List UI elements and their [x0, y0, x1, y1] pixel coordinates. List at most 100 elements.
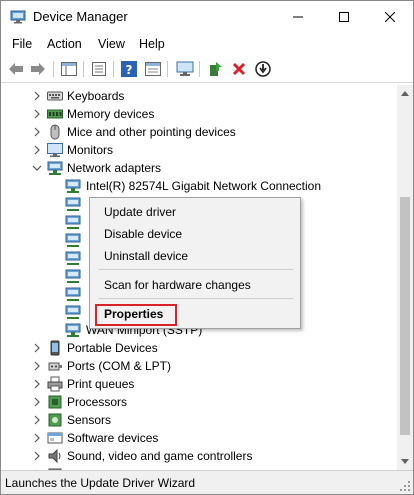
- console-tree-button[interactable]: [59, 59, 79, 79]
- maximize-icon: [339, 12, 349, 22]
- chevron-right-icon[interactable]: [32, 397, 42, 407]
- menu-view[interactable]: View: [98, 37, 125, 51]
- minimize-button[interactable]: [275, 1, 321, 33]
- chevron-right-icon[interactable]: [32, 343, 42, 353]
- network-adapter-icon: [65, 233, 81, 247]
- toolbar-separator: [167, 61, 168, 77]
- tree-item-sound-video[interactable]: Sound, video and game controllers: [1, 447, 397, 465]
- chevron-right-icon[interactable]: [32, 109, 42, 119]
- download-icon: [255, 61, 271, 77]
- network-adapter-icon: [65, 269, 81, 283]
- context-menu-separator: [98, 269, 294, 270]
- network-adapter-icon: [65, 323, 81, 337]
- scroll-up-button[interactable]: [397, 85, 413, 101]
- menu-bar: File Action View Help: [1, 33, 413, 55]
- context-menu-disable-device[interactable]: Disable device: [104, 227, 182, 241]
- scroll-thumb[interactable]: [400, 197, 410, 435]
- status-bar: Launches the Update Driver Wizard: [1, 470, 413, 494]
- console-tree-icon: [61, 62, 77, 76]
- help-button[interactable]: ?: [119, 59, 139, 79]
- network-adapter-icon: [65, 197, 81, 211]
- context-menu-properties[interactable]: Properties: [104, 307, 163, 321]
- properties-button[interactable]: [89, 59, 109, 79]
- tree-item-software-devices[interactable]: Software devices: [1, 429, 397, 447]
- menu-action[interactable]: Action: [47, 37, 82, 51]
- tree-item-monitors[interactable]: Monitors: [1, 141, 397, 159]
- chevron-right-icon[interactable]: [32, 415, 42, 425]
- tree-item-label: Intel(R) 82574L Gigabit Network Connecti…: [86, 179, 322, 193]
- window-title: Device Manager: [33, 9, 128, 24]
- tree-item-label: Print queues: [67, 377, 135, 391]
- tree-item-sensors[interactable]: Sensors: [1, 411, 397, 429]
- tree-item-label: Sound, video and game controllers: [67, 449, 253, 463]
- tree-item-network-adapters[interactable]: Network adapters: [1, 159, 397, 177]
- tree-item-print-queues[interactable]: Print queues: [1, 375, 397, 393]
- details-button[interactable]: [143, 59, 163, 79]
- tree-item-label: Portable Devices: [67, 341, 158, 355]
- properties-icon: [92, 62, 106, 76]
- tree-item-label: Software devices: [67, 431, 159, 445]
- memory-icon: [47, 109, 63, 119]
- tree-item-portable-devices[interactable]: Portable Devices: [1, 339, 397, 357]
- tree-item-intel-adapter[interactable]: Intel(R) 82574L Gigabit Network Connecti…: [1, 177, 397, 195]
- update-driver-icon: [210, 62, 222, 76]
- back-icon: [9, 63, 23, 75]
- chevron-right-icon[interactable]: [32, 433, 42, 443]
- context-menu: Update driver Disable device Uninstall d…: [89, 197, 301, 329]
- sound-icon: [48, 448, 61, 464]
- context-menu-separator: [98, 298, 294, 299]
- back-button[interactable]: [6, 59, 26, 79]
- tree-item-label: Sensors: [67, 413, 112, 427]
- device-manager-app-icon: [10, 10, 26, 24]
- chevron-right-icon[interactable]: [32, 127, 42, 137]
- chevron-right-icon[interactable]: [32, 91, 42, 101]
- resize-grip-icon[interactable]: [400, 481, 410, 491]
- chevron-right-icon[interactable]: [32, 145, 42, 155]
- forward-icon: [31, 63, 45, 75]
- context-menu-scan-hardware[interactable]: Scan for hardware changes: [104, 278, 251, 292]
- toolbar-separator: [83, 61, 84, 77]
- uninstall-button[interactable]: [229, 59, 249, 79]
- menu-file[interactable]: File: [12, 37, 32, 51]
- enable-device-button[interactable]: [253, 59, 273, 79]
- scroll-down-button[interactable]: [397, 454, 413, 470]
- toolbar-separator: [199, 61, 200, 77]
- toolbar-separator: [113, 61, 114, 77]
- uninstall-icon: [232, 62, 246, 76]
- tree-item-memory-devices[interactable]: Memory devices: [1, 105, 397, 123]
- chevron-right-icon[interactable]: [32, 379, 42, 389]
- update-driver-button[interactable]: [206, 59, 226, 79]
- chevron-down-icon[interactable]: [32, 163, 42, 173]
- toolbar-separator: [53, 61, 54, 77]
- close-button[interactable]: [367, 1, 413, 33]
- tree-item-mice[interactable]: Mice and other pointing devices: [1, 123, 397, 141]
- scan-hardware-button[interactable]: [175, 59, 195, 79]
- details-icon: [145, 62, 161, 76]
- portable-device-icon: [50, 340, 60, 356]
- forward-button[interactable]: [28, 59, 48, 79]
- context-menu-update-driver[interactable]: Update driver: [104, 205, 176, 219]
- network-adapter-icon: [65, 215, 81, 229]
- maximize-button[interactable]: [321, 1, 367, 33]
- tree-item-label: Memory devices: [67, 107, 155, 121]
- mouse-icon: [50, 124, 60, 140]
- monitor-icon: [47, 143, 63, 157]
- processor-icon: [48, 395, 62, 409]
- software-device-icon: [47, 432, 63, 444]
- tree-item-processors[interactable]: Processors: [1, 393, 397, 411]
- network-adapter-icon: [65, 251, 81, 265]
- title-bar: Device Manager: [1, 1, 413, 33]
- sensor-icon: [48, 413, 62, 427]
- tree-item-ports[interactable]: Ports (COM & LPT): [1, 357, 397, 375]
- vertical-scrollbar[interactable]: [397, 85, 413, 470]
- menu-help[interactable]: Help: [139, 37, 165, 51]
- tree-item-keyboards[interactable]: Keyboards: [1, 87, 397, 105]
- monitor-icon: [176, 61, 194, 76]
- tree-item-label: Ports (COM & LPT): [67, 359, 172, 373]
- context-menu-uninstall-device[interactable]: Uninstall device: [104, 249, 188, 263]
- help-icon: ?: [121, 61, 137, 77]
- chevron-right-icon[interactable]: [32, 361, 42, 371]
- chevron-right-icon[interactable]: [32, 451, 42, 461]
- close-icon: [385, 12, 395, 22]
- svg-text:?: ?: [126, 63, 133, 77]
